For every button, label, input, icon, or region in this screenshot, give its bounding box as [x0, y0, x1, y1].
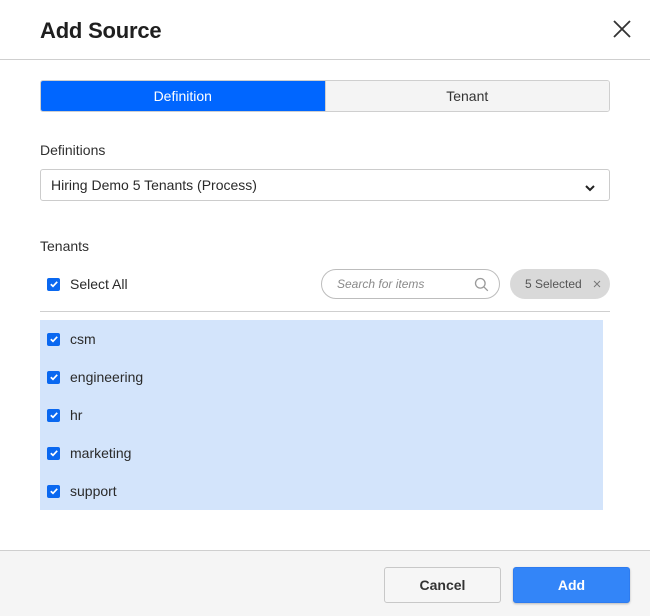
list-item[interactable]: engineering — [47, 367, 143, 387]
close-icon[interactable] — [610, 17, 634, 41]
tenant-checkbox[interactable] — [47, 370, 60, 384]
tenant-checkbox[interactable] — [47, 446, 60, 460]
chevron-down-icon — [584, 180, 596, 192]
dialog-header: Add Source — [0, 0, 650, 60]
select-all-checkbox-row[interactable]: Select All — [47, 276, 128, 292]
search-icon[interactable] — [474, 277, 489, 292]
divider — [40, 311, 610, 312]
tenant-label: marketing — [70, 445, 132, 461]
selected-count-chip: 5 Selected — [510, 269, 610, 299]
definitions-dropdown[interactable]: Hiring Demo 5 Tenants (Process) — [40, 169, 610, 201]
tab-group: Definition Tenant — [40, 80, 610, 112]
tab-tenant[interactable]: Tenant — [324, 81, 609, 111]
cancel-button[interactable]: Cancel — [384, 567, 501, 603]
checkmark-icon — [49, 450, 58, 457]
tenant-checkbox[interactable] — [47, 484, 60, 498]
tenant-label: engineering — [70, 369, 144, 385]
checkmark-icon — [49, 412, 58, 419]
definitions-label: Definitions — [40, 142, 106, 158]
list-item[interactable]: support — [47, 481, 117, 501]
tenant-list: csm engineering hr marketing support — [40, 320, 603, 510]
dialog-title: Add Source — [40, 18, 162, 43]
clear-selection-icon[interactable] — [592, 278, 602, 288]
checkmark-icon — [49, 374, 58, 381]
checkmark-icon — [49, 336, 58, 343]
tenant-checkbox[interactable] — [47, 332, 60, 346]
list-item[interactable]: hr — [47, 405, 82, 425]
search-input[interactable] — [337, 277, 467, 291]
list-item[interactable]: marketing — [47, 443, 131, 463]
tenant-search — [321, 269, 500, 299]
checkmark-icon — [49, 488, 58, 495]
tenant-label: support — [70, 483, 117, 499]
tenants-label: Tenants — [40, 238, 90, 254]
list-item[interactable]: csm — [47, 329, 96, 349]
add-button[interactable]: Add — [513, 567, 630, 603]
tenant-label: hr — [70, 407, 83, 423]
checkmark-icon — [49, 281, 58, 288]
add-source-dialog: Add Source Definition Tenant Definitions… — [0, 0, 650, 616]
select-all-checkbox[interactable] — [47, 277, 60, 291]
tenant-checkbox[interactable] — [47, 408, 60, 422]
selected-count-label: 5 Selected — [525, 277, 582, 291]
definitions-selected-value: Hiring Demo 5 Tenants (Process) — [51, 177, 257, 193]
dialog-footer: Cancel Add — [0, 550, 650, 616]
tenant-label: csm — [70, 331, 96, 347]
tab-definition[interactable]: Definition — [41, 81, 325, 111]
select-all-label: Select All — [70, 276, 128, 292]
